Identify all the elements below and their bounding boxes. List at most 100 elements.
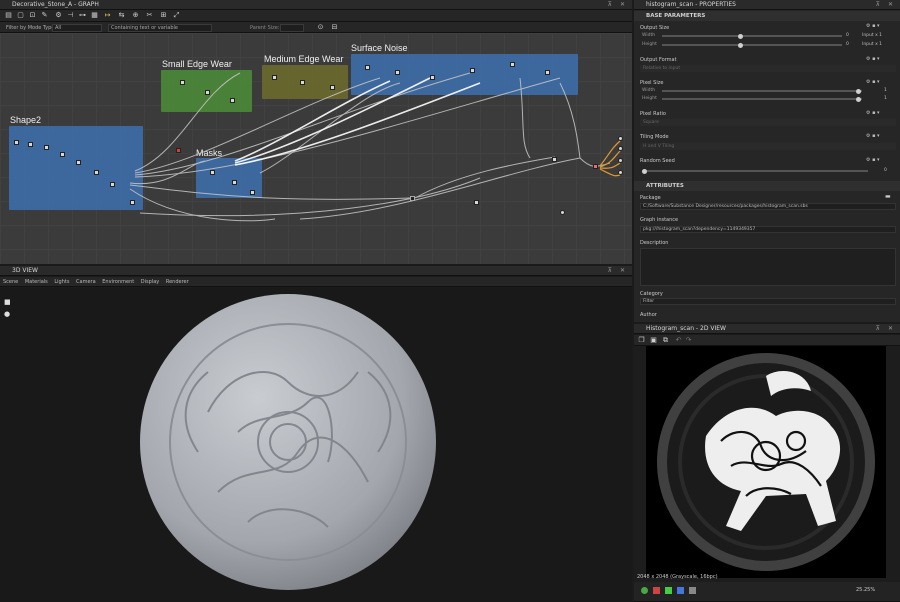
comment-icon[interactable]: ▢ — [16, 12, 25, 19]
wire-icon[interactable]: ⇆ — [117, 12, 126, 19]
graph-node[interactable] — [365, 65, 370, 70]
pixel-width-slider[interactable] — [662, 88, 862, 94]
connect-icon[interactable]: ⊶ — [78, 12, 87, 19]
camera-icon[interactable]: ■ — [4, 298, 11, 306]
redo-icon[interactable]: ↷ — [684, 337, 693, 344]
copy-icon[interactable]: ❐ — [637, 337, 646, 344]
slider-knob[interactable] — [738, 33, 743, 39]
settings-icon[interactable]: ⚙ — [54, 12, 63, 19]
param-icons[interactable]: ⚙ ▪ ▾ — [866, 79, 880, 85]
graph-node[interactable] — [205, 90, 210, 95]
graph-node[interactable] — [210, 170, 215, 175]
channel-g-icon[interactable] — [665, 587, 672, 594]
slider-knob[interactable] — [856, 88, 861, 94]
panel-pin-icon[interactable]: ⊼ ✕ — [876, 0, 896, 10]
graph-node[interactable] — [593, 164, 598, 169]
graph-node[interactable] — [230, 98, 235, 103]
channel-r-icon[interactable] — [653, 587, 660, 594]
output-height-slider[interactable] — [662, 42, 842, 48]
layout-icon[interactable]: ↦ — [103, 12, 112, 19]
panel-pin-icon[interactable]: ⊼ ✕ — [876, 324, 896, 334]
channel-color-icon[interactable] — [641, 587, 648, 594]
slider-knob[interactable] — [642, 168, 647, 174]
slider-knob[interactable] — [738, 42, 743, 48]
channel-a-icon[interactable] — [689, 587, 696, 594]
param-icons[interactable]: ⚙ ▪ ▾ — [866, 110, 880, 116]
expand-icon[interactable]: ⤢ — [172, 12, 181, 19]
graph-node[interactable] — [180, 80, 185, 85]
param-icons[interactable]: ⚙ ▪ ▾ — [866, 56, 880, 62]
filter-select[interactable]: All — [52, 24, 102, 32]
graph-node[interactable] — [28, 142, 33, 147]
graph-node[interactable] — [250, 190, 255, 195]
description-field[interactable] — [640, 248, 896, 286]
save-icon[interactable]: ▣ — [649, 337, 658, 344]
stack-icon[interactable]: ⊞ — [159, 12, 168, 19]
parent-size-select[interactable] — [280, 24, 304, 32]
folder-icon[interactable]: ▬ — [885, 193, 891, 200]
output-pin[interactable] — [618, 158, 623, 163]
graph-node[interactable] — [395, 70, 400, 75]
panel-pin-icon[interactable]: ⊼ ✕ — [608, 266, 628, 276]
grid-icon[interactable]: ▦ — [90, 12, 99, 19]
graph-node[interactable] — [510, 62, 515, 67]
graph-node[interactable] — [76, 160, 81, 165]
graph-node[interactable] — [330, 85, 335, 90]
light-icon[interactable]: ● — [4, 310, 10, 318]
tiling-mode-select[interactable]: H and V Tiling — [640, 143, 896, 150]
graph-node[interactable] — [232, 180, 237, 185]
frame-icon[interactable]: ⊡ — [28, 12, 37, 19]
view-icon-1[interactable]: ⊙ — [316, 24, 325, 31]
param-icons[interactable]: ⚙ ▪ ▾ — [866, 157, 880, 163]
pixel-height-slider[interactable] — [662, 96, 862, 102]
output-width-slider[interactable] — [662, 33, 842, 39]
align-icon[interactable]: ⊣ — [66, 12, 75, 19]
menu-camera[interactable]: Camera — [76, 279, 96, 285]
graph-node[interactable] — [560, 210, 565, 215]
graph-node[interactable] — [14, 140, 19, 145]
tool-icon[interactable]: ✂ — [145, 12, 154, 19]
random-seed-slider[interactable] — [642, 168, 868, 174]
graph-node[interactable] — [44, 145, 49, 150]
category-field[interactable]: Filter — [640, 298, 896, 305]
menu-renderer[interactable]: Renderer — [166, 279, 189, 285]
graph-node[interactable] — [176, 148, 181, 153]
slider-knob[interactable] — [856, 96, 861, 102]
graph-node[interactable] — [545, 70, 550, 75]
menu-lights[interactable]: Lights — [54, 279, 69, 285]
zoom-value[interactable]: 25.25% — [856, 587, 875, 593]
graph-node[interactable] — [430, 75, 435, 80]
channel-b-icon[interactable] — [677, 587, 684, 594]
param-icons[interactable]: ⚙ ▪ ▾ — [866, 133, 880, 139]
package-field[interactable]: C:/Software/Substance Designer/resources… — [640, 203, 896, 210]
search-input[interactable]: Containing text or variable — [108, 24, 212, 32]
attributes-header[interactable]: ATTRIBUTES — [634, 181, 900, 191]
graph-node[interactable] — [552, 157, 557, 162]
graph-node[interactable] — [474, 200, 479, 205]
graph-node[interactable] — [94, 170, 99, 175]
graph-node[interactable] — [470, 68, 475, 73]
new-graph-icon[interactable]: ▤ — [4, 12, 13, 19]
menu-scene[interactable]: Scene — [3, 279, 18, 285]
export-icon[interactable]: ⧉ — [661, 337, 670, 344]
output-format-select[interactable]: Relative to input — [640, 65, 896, 72]
snap-icon[interactable]: ⊕ — [131, 12, 140, 19]
param-icons[interactable]: ⚙ ▪ ▾ — [866, 23, 880, 29]
graph-node[interactable] — [300, 80, 305, 85]
output-pin[interactable] — [618, 170, 623, 175]
base-parameters-header[interactable]: BASE PARAMETERS — [634, 11, 900, 21]
menu-display[interactable]: Display — [141, 279, 159, 285]
view-icon-2[interactable]: ⊟ — [330, 24, 339, 31]
graph-instance-field[interactable]: pkg:///histogram_scan?dependency=1149349… — [640, 226, 896, 233]
graph-node[interactable] — [272, 75, 277, 80]
graph-node[interactable] — [130, 200, 135, 205]
menu-materials[interactable]: Materials — [25, 279, 48, 285]
panel-pin-icon[interactable]: ⊼ ✕ — [608, 0, 628, 10]
pin-tool-icon[interactable]: ✎ — [40, 12, 49, 19]
graph-node[interactable] — [110, 182, 115, 187]
pixel-ratio-select[interactable]: Square — [640, 119, 896, 126]
graph-node[interactable] — [410, 196, 415, 201]
menu-environment[interactable]: Environment — [102, 279, 134, 285]
output-pin[interactable] — [618, 136, 623, 141]
output-pin[interactable] — [618, 146, 623, 151]
